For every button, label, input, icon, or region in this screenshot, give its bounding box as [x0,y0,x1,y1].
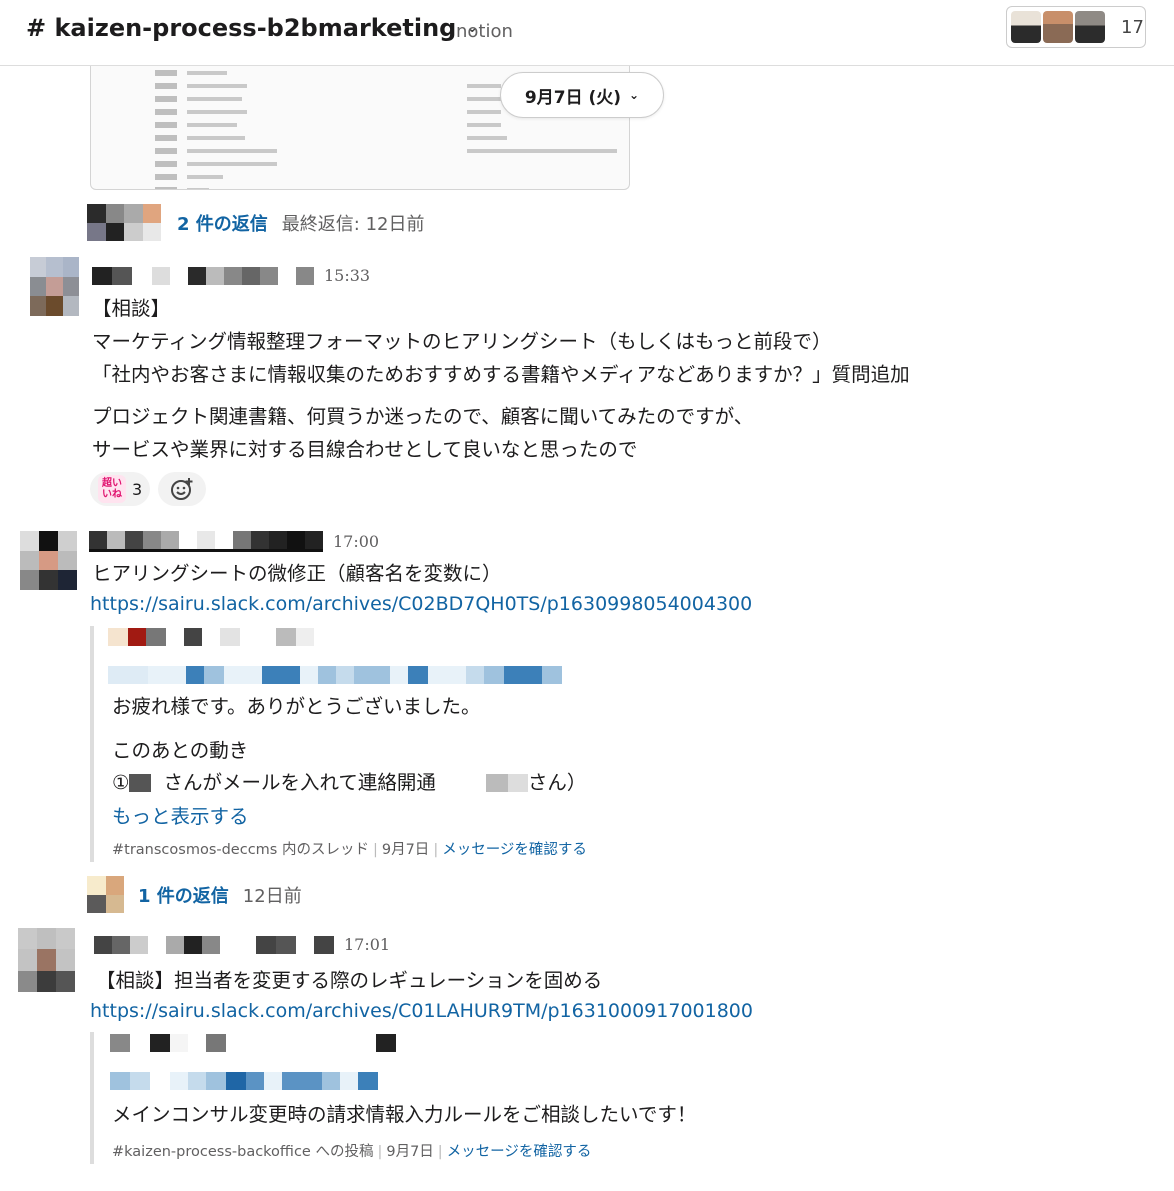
quoted-footer: #transcosmos-deccms 内のスレッド | 9月7日 | メッセージを確認… [112,842,587,858]
avatar[interactable] [18,928,75,992]
message-time[interactable]: 17:00 [333,532,379,551]
quoted-date: 9月7日 [381,842,430,858]
quoted-text: ① [112,771,130,794]
avatar[interactable] [20,531,77,590]
quoted-date: 9月7日 [386,1144,434,1160]
quoted-sender-detail [110,1072,378,1090]
channel-name-button[interactable]: # kaizen-process-b2bmarketing ⌄ [26,14,478,42]
sender-name[interactable] [89,531,323,552]
add-reaction-button[interactable] [158,472,206,506]
super-like-emoji-icon: 超いいね [98,475,126,503]
quoted-sender-detail [108,666,562,684]
channel-topic[interactable]: notion [456,21,513,42]
message-meta: 17:01 [94,935,390,954]
message-line: 【相談】 [92,297,171,320]
avatar[interactable] [30,257,79,316]
thread-replies-link[interactable]: 1 件の返信 12日前 [87,876,302,913]
sender-name[interactable] [94,935,334,954]
reaction-count: 3 [132,479,143,499]
message-time[interactable]: 15:33 [324,266,370,285]
message-time[interactable]: 17:01 [344,935,390,954]
quoted-source[interactable]: #kaizen-process-backoffice への投稿 [112,1144,373,1160]
message-line: 「社内やお客さまに情報収集のためおすすめする書籍やメディアなどありますか？」質問… [92,363,910,386]
avatar [1075,11,1105,43]
quoted-message[interactable]: お疲れ様です。ありがとうございました。 このあとの動き ① さんがメールを入れて… [90,626,650,862]
quoted-line: このあとの動き [112,739,249,762]
message-line: マーケティング情報整理フォーマットのヒアリングシート（もしくはもっと前段で） [92,330,832,353]
quoted-line: ① さんがメールを入れて連絡開通 さん） [112,766,586,799]
message-meta: 17:00 [89,531,379,552]
last-reply-time: 最終返信: 12日前 [281,213,425,235]
message-body: プロジェクト関連書籍、何買うか迷ったので、顧客に聞いてみたのですが、 サービスや… [92,400,753,466]
members-button[interactable]: 17 [1006,6,1146,48]
quoted-text: さん） [527,771,587,794]
reply-count[interactable]: 1 件の返信 [138,882,229,908]
message-line: プロジェクト関連書籍、何買うか迷ったので、顧客に聞いてみたのですが、 [92,405,754,428]
quoted-line: メインコンサル変更時の請求情報入力ルールをご相談したいです！ [112,1103,697,1126]
last-reply-time: 12日前 [242,885,302,907]
quoted-footer: #kaizen-process-backoffice への投稿 | 9月7日 | メッセ… [112,1144,592,1160]
message-link[interactable]: https://sairu.slack.com/archives/C01LAHU… [90,1000,753,1022]
channel-name: # kaizen-process-b2bmarketing [26,14,457,42]
quoted-sender [110,1034,396,1052]
view-message-link[interactable]: メッセージを確認する [447,1144,592,1160]
date-divider-button[interactable]: 9月7日 (火) ⌄ [500,72,664,118]
quoted-sender [108,628,314,646]
chevron-down-icon: ⌄ [629,88,640,102]
channel-header: # kaizen-process-b2bmarketing ⌄ notion 1… [0,0,1174,66]
message-text: ヒアリングシートの微修正（顧客名を変数に） [92,562,502,585]
quoted-line: お疲れ様です。ありがとうございました。 [112,695,481,718]
reply-count[interactable]: 2 件の返信 [177,210,268,236]
reaction-chip[interactable]: 超いいね 3 [90,472,151,506]
thread-replies-link[interactable]: 2 件の返信 最終返信: 12日前 [87,204,425,241]
avatar [1011,11,1041,43]
message-text: 【相談】担当者を変更する際のレギュレーションを固める [96,969,603,992]
date-label: 9月7日 (火) [524,87,622,108]
message-body: 【相談】 マーケティング情報整理フォーマットのヒアリングシート（もしくはもっと前… [92,292,910,391]
quoted-text: さんがメールを入れて連絡開通 [163,771,436,794]
sender-name[interactable] [92,266,314,285]
message-link[interactable]: https://sairu.slack.com/archives/C02BD7Q… [90,593,752,615]
message-line: サービスや業界に対する目線合わせとして良いなと思ったので [92,438,638,461]
view-message-link[interactable]: メッセージを確認する [442,842,587,858]
avatar [1043,11,1073,43]
reply-avatars [87,876,124,913]
reply-avatars [87,204,161,241]
show-more-link[interactable]: もっと表示する [112,800,249,829]
member-count: 17 [1121,16,1144,38]
message-meta: 15:33 [92,266,370,285]
quoted-message[interactable]: メインコンサル変更時の請求情報入力ルールをご相談したいです！ #kaizen-p… [90,1032,696,1164]
add-reaction-icon [171,478,193,500]
quoted-source[interactable]: #transcosmos-deccms 内のスレッド [112,842,369,858]
